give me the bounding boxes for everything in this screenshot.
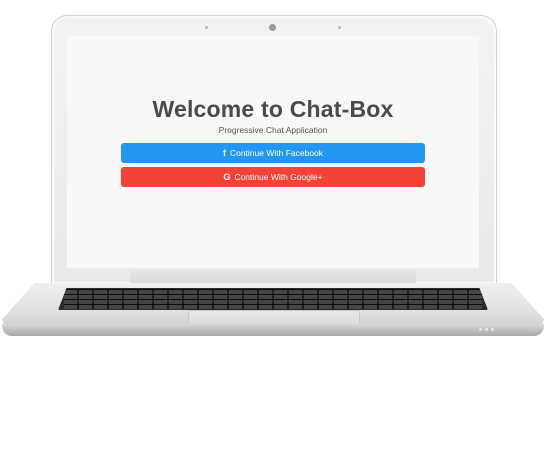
page-title: Welcome to Chat-Box: [152, 96, 394, 122]
trackpad: [188, 310, 360, 325]
keyboard: [58, 288, 488, 310]
google-button-label: Continue With Google+: [234, 172, 323, 182]
google-icon: G: [223, 172, 231, 182]
facebook-button-label: Continue With Facebook: [229, 148, 324, 158]
keyboard-keys: [64, 289, 482, 309]
facebook-icon: f: [222, 148, 226, 158]
laptop-front-edge: [2, 324, 544, 336]
sensor-dot-right: [338, 26, 341, 29]
status-led: [485, 328, 488, 331]
status-led: [491, 328, 494, 331]
laptop-screen: Welcome to Chat-Box Progressive Chat App…: [67, 36, 479, 268]
continue-with-facebook-button[interactable]: f Continue With Facebook: [121, 143, 425, 163]
sensor-dot-left: [205, 26, 208, 29]
status-led: [479, 328, 482, 331]
camera-icon: [269, 24, 276, 31]
laptop-mockup: Welcome to Chat-Box Progressive Chat App…: [0, 0, 546, 457]
page-subtitle: Progressive Chat Application: [218, 125, 328, 135]
continue-with-google-button[interactable]: G Continue With Google+: [121, 167, 425, 187]
